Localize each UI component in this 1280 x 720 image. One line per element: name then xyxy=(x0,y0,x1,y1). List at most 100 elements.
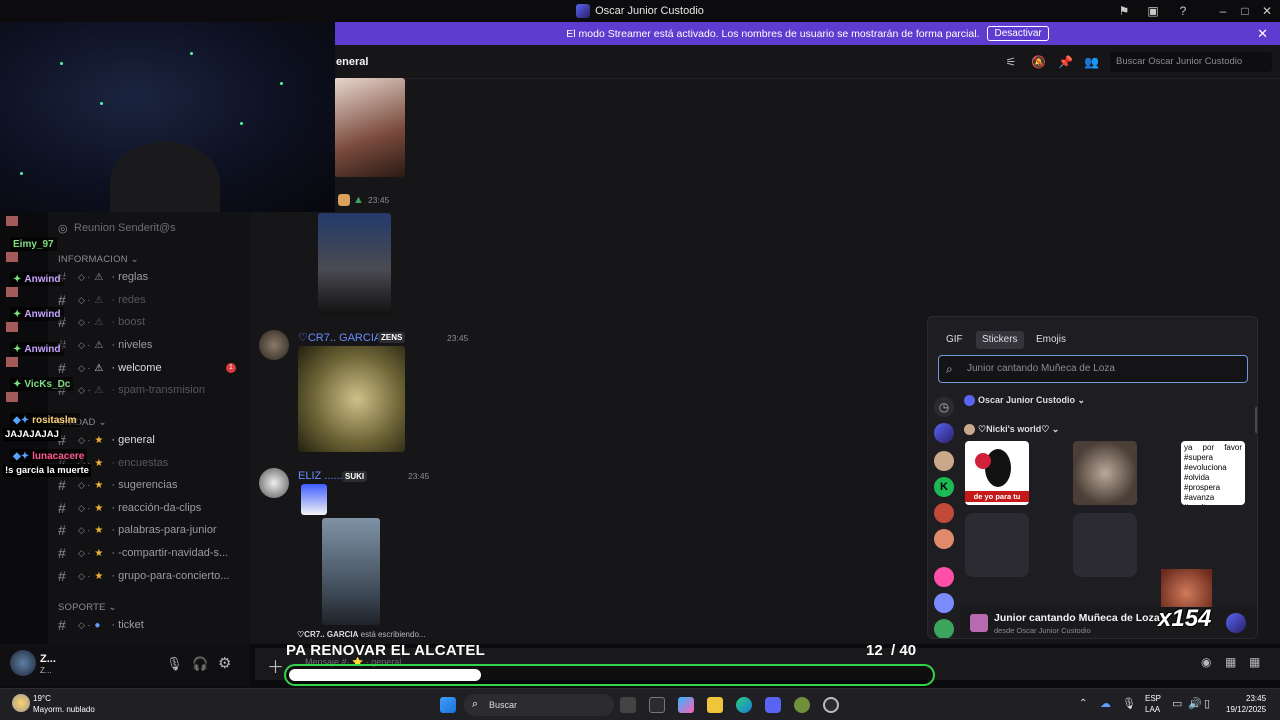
avatar[interactable] xyxy=(10,650,36,676)
clock-time[interactable]: 23:45 xyxy=(1246,694,1266,703)
network-icon[interactable]: ▭ xyxy=(1172,697,1182,710)
avatar[interactable] xyxy=(259,330,289,360)
pin-icon[interactable]: 📌 xyxy=(1058,55,1073,69)
battery-icon[interactable]: ▯ xyxy=(1204,697,1210,710)
webcam-person xyxy=(110,142,220,212)
chat-username: ✦ Anwind xyxy=(10,272,64,286)
add-attachment-icon[interactable]: ＋ xyxy=(267,653,284,678)
tab-emojis[interactable]: Emojis xyxy=(1030,331,1072,349)
pack-icon[interactable] xyxy=(934,619,954,638)
pack-header[interactable]: ♡Nicki's world♡ ⌄ xyxy=(964,424,1059,436)
tab-stickers[interactable]: Stickers xyxy=(976,331,1024,349)
channel-redes[interactable]: # ◇ · ⚠ · redes xyxy=(58,290,248,310)
message-image[interactable] xyxy=(322,518,380,625)
message-image[interactable] xyxy=(298,346,405,452)
typing-indicator: ♡CR7.. GARCIA está escribiendo... xyxy=(297,630,426,639)
taskbar-search[interactable]: ⌕ Buscar xyxy=(464,694,614,716)
members-icon[interactable]: 👥 xyxy=(1084,55,1099,69)
event-item[interactable]: ◎ Reunion Senderit@s xyxy=(58,218,248,238)
microphone-icon[interactable]: 🎙 xyxy=(1122,697,1136,710)
channel-grupo-concierto[interactable]: # ◇ · ★ · grupo-para-concierto... xyxy=(58,566,248,586)
sticker-item[interactable]: de yo para tu xyxy=(965,441,1029,505)
store-icon[interactable] xyxy=(649,697,665,713)
apps-icon[interactable]: ▦ xyxy=(1249,655,1260,669)
message-username[interactable]: ♡CR7.. GARCIA xyxy=(298,331,381,344)
flag-icon[interactable]: ⚑ xyxy=(1116,3,1132,19)
channel-reglas[interactable]: #◇ ·⚠· reglas xyxy=(58,267,248,287)
copilot-icon[interactable] xyxy=(678,697,694,713)
category-header[interactable]: INFORMACION ⌄ xyxy=(58,254,139,265)
message-sticker[interactable] xyxy=(301,484,327,515)
obs-icon[interactable] xyxy=(823,697,839,713)
chat-message: !s garcia la muerte xyxy=(3,464,91,477)
pack-icon[interactable] xyxy=(934,567,954,587)
sticker-search-input[interactable]: Junior cantando Muñeca de Loza xyxy=(938,355,1248,383)
discord-icon[interactable] xyxy=(765,697,781,713)
pack-icon[interactable] xyxy=(934,503,954,523)
sticker-item[interactable] xyxy=(1073,441,1137,505)
sticker-item[interactable]: ya por favor #supera #evoluciona #olvida… xyxy=(1181,441,1245,505)
app-icon[interactable] xyxy=(794,697,810,713)
inbox-icon[interactable]: ▣ xyxy=(1145,3,1161,19)
message-image[interactable] xyxy=(318,213,391,315)
volume-icon[interactable]: 🔊 xyxy=(1188,697,1202,710)
clock-date[interactable]: 19/12/2025 xyxy=(1226,705,1266,714)
channel-sugerencias[interactable]: # ◇ · ★ · sugerencias xyxy=(58,475,248,495)
edge-icon[interactable] xyxy=(736,697,752,713)
weather-desc: Mayorm. nublado xyxy=(33,705,95,714)
maximize-button[interactable]: □ xyxy=(1237,3,1253,19)
channel-palabras[interactable]: # ◇ · ★ · palabras-para-junior xyxy=(58,520,248,540)
threads-icon[interactable]: ⚟ xyxy=(1004,55,1018,69)
pack-icon[interactable] xyxy=(934,593,954,613)
sticker-caption: ya por favor #supera #evoluciona #olvida… xyxy=(1184,443,1242,505)
chat-username: Eimy_97 xyxy=(10,237,57,251)
message-username[interactable]: ELIZ ....... xyxy=(298,470,346,482)
folder-icon[interactable] xyxy=(707,697,723,713)
chat-avatar xyxy=(6,216,18,226)
minimize-button[interactable]: – xyxy=(1215,3,1231,19)
language-code[interactable]: ESP xyxy=(1145,694,1161,703)
chevron-up-icon[interactable]: ⌃ xyxy=(1079,698,1087,709)
channel-ticket[interactable]: # ◇ · ● · ticket xyxy=(58,615,248,635)
channel-boost[interactable]: # ◇ · ⚠ · boost xyxy=(58,312,248,332)
category-header[interactable]: SOPORTE ⌄ xyxy=(58,602,117,613)
channel-spam[interactable]: #◇ ·⚠· spam-transmision xyxy=(58,380,248,400)
guild-tag: SUKI xyxy=(342,471,368,482)
pack-icon[interactable] xyxy=(934,529,954,549)
onedrive-icon[interactable]: ☁ xyxy=(1100,697,1111,710)
gif-icon[interactable]: ◉ xyxy=(1201,655,1211,669)
start-icon[interactable] xyxy=(440,697,456,713)
channel-compartir-navidad[interactable]: # ◇ · ★ · -compartir-navidad-s... xyxy=(58,543,248,563)
weather-icon[interactable] xyxy=(12,694,30,712)
gear-icon[interactable]: ⚙ xyxy=(218,654,231,672)
pack-icon[interactable] xyxy=(934,423,954,443)
search-icon: ⌕ xyxy=(472,698,479,710)
deactivate-button[interactable]: Desactivar xyxy=(987,26,1049,41)
close-icon[interactable]: ✕ xyxy=(1257,26,1268,42)
avatar[interactable] xyxy=(259,468,289,498)
channel-reaccion-clips[interactable]: # ◇ · ★ · reacción-da-clips xyxy=(58,498,248,518)
close-button[interactable]: ✕ xyxy=(1259,3,1275,19)
pack-icon[interactable]: K xyxy=(934,477,954,497)
mute-icon[interactable]: 🔕 xyxy=(1031,55,1046,69)
pack-icon[interactable] xyxy=(934,451,954,471)
search-input[interactable]: Buscar Oscar Junior Custodio xyxy=(1110,52,1272,72)
message-image[interactable] xyxy=(334,78,405,177)
task-view-icon[interactable] xyxy=(620,697,636,713)
user-panel: Z... Z... 🎙 🎧 ⚙ xyxy=(0,644,250,686)
pack-header[interactable]: Oscar Junior Custodio ⌄ xyxy=(964,395,1085,407)
channel-niveles[interactable]: #◇ ·⚠· niveles xyxy=(58,335,248,355)
headphones-icon[interactable]: 🎧 xyxy=(192,656,208,672)
sticker-icon[interactable]: ▦ xyxy=(1225,655,1236,669)
scrollbar[interactable] xyxy=(1255,407,1257,433)
recent-icon[interactable]: ◷ xyxy=(934,397,954,417)
help-icon[interactable]: ? xyxy=(1175,3,1191,19)
sticker-source: desde Oscar Junior Custodio xyxy=(994,626,1091,635)
tab-gif[interactable]: GIF xyxy=(940,331,969,349)
channel-general[interactable]: # ◇ · ★ · general xyxy=(58,430,248,450)
count-badge: x154 xyxy=(1158,605,1212,632)
server-icon xyxy=(1226,613,1246,633)
language-layout[interactable]: LAA xyxy=(1145,705,1160,714)
microphone-icon[interactable]: 🎙 xyxy=(166,656,183,672)
channel-welcome[interactable]: # ◇ · ⚠ · welcome 1 xyxy=(58,358,248,378)
